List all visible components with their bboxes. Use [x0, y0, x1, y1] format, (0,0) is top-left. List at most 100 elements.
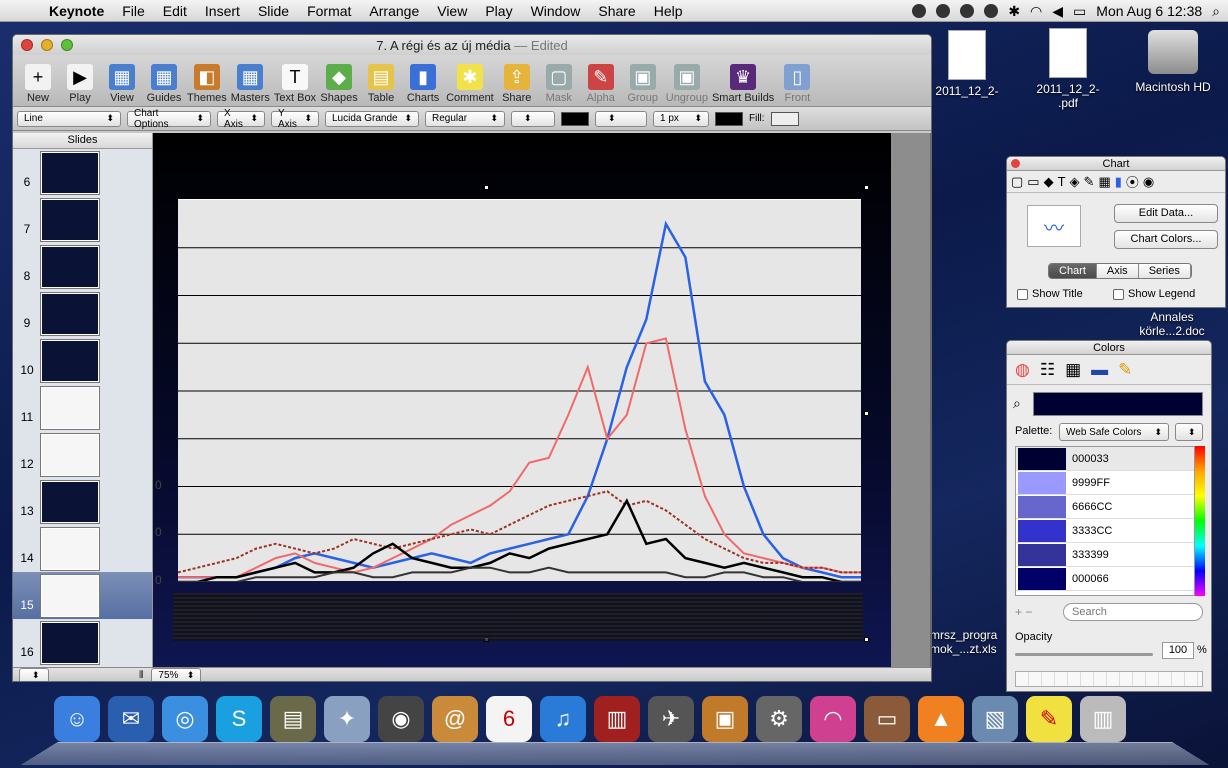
slide-thumbnail-row[interactable]: 10 — [13, 337, 152, 384]
chart-colors-button[interactable]: Chart Colors... — [1114, 230, 1218, 249]
battery-icon[interactable]: ▭ — [1073, 3, 1086, 20]
slide-thumbnail-row[interactable]: 11 — [13, 384, 152, 431]
slide-thumbnail-row[interactable]: 15 — [13, 572, 152, 619]
color-swatch-row[interactable]: 3333CC — [1016, 519, 1194, 543]
color-palettes-icon[interactable]: ▦ — [1065, 360, 1081, 380]
hyperlink-inspector-icon[interactable]: ⦿ — [1126, 172, 1139, 191]
color-swatch-row[interactable]: 000033 — [1016, 447, 1194, 471]
checkbox-box[interactable] — [1113, 288, 1124, 300]
slide-thumbnail-row[interactable]: 12 — [13, 431, 152, 478]
status-icon[interactable] — [936, 4, 951, 18]
menu-app-name[interactable]: Keynote — [40, 3, 113, 19]
slide-thumbnail[interactable] — [41, 433, 99, 476]
slide-thumbnail[interactable] — [41, 480, 99, 523]
line-style-popup[interactable] — [595, 110, 647, 127]
itunes-icon[interactable]: ♫ — [540, 696, 586, 742]
photo-app-icon[interactable]: ▤ — [270, 696, 316, 742]
toolbar-ungroup-button[interactable]: ▣ Ungroup — [666, 64, 708, 104]
toolbar-play-button[interactable]: ▶ Play — [61, 64, 99, 104]
iphoto-icon[interactable]: ▣ — [702, 696, 748, 742]
hard-drive-icon[interactable]: Macintosh HD — [1128, 30, 1218, 94]
slide-thumbnail[interactable] — [41, 339, 99, 382]
font-popup[interactable]: Lucida Grande — [325, 110, 419, 127]
photo-icon[interactable]: ▧ — [972, 696, 1018, 742]
color-well[interactable] — [561, 111, 589, 126]
color-swatch-row[interactable]: 000066 — [1016, 567, 1194, 591]
menu-format[interactable]: Format — [298, 3, 360, 19]
color-wells-strip[interactable] — [1015, 671, 1203, 687]
selection-handle[interactable] — [864, 411, 869, 416]
series-line-1[interactable] — [178, 220, 861, 579]
stroke-width-popup[interactable]: 1 px — [653, 110, 709, 127]
toolbar-smart-builds-button[interactable]: ♛ Smart Builds — [712, 64, 774, 104]
series-line-2[interactable] — [178, 337, 861, 579]
desktop-file-icon[interactable]: 2011_12_2- .pdf — [1028, 28, 1108, 110]
view-mode-popup[interactable] — [19, 667, 49, 681]
time-machine-icon[interactable] — [984, 4, 999, 18]
menu-clock[interactable]: Mon Aug 6 12:38 — [1096, 3, 1202, 19]
magnifier-icon[interactable]: ⌕ — [1013, 395, 1021, 412]
chart-plot-area[interactable] — [177, 199, 861, 584]
table-inspector-icon[interactable]: ▦ — [1098, 174, 1110, 190]
desktop-icon-label[interactable]: mrsz_progra mok_...zt.xls — [930, 628, 1010, 656]
tab-series[interactable]: Series — [1138, 264, 1191, 278]
menu-slide[interactable]: Slide — [249, 3, 298, 19]
metrics-inspector-icon[interactable]: ✎ — [1084, 174, 1095, 190]
finder-icon[interactable]: ☺ — [54, 696, 100, 742]
slide-canvas[interactable]: 0 0 0 — [153, 133, 891, 667]
slide-thumbnail-row[interactable]: 8 — [13, 243, 152, 290]
series-line-3[interactable] — [177, 490, 861, 574]
zoom-popup[interactable]: 75% — [151, 667, 202, 681]
close-button[interactable] — [1011, 159, 1020, 168]
toolbar-guides-button[interactable]: ▦ Guides — [145, 64, 183, 104]
toolbar-alpha-button[interactable]: ✎ Alpha — [582, 64, 620, 104]
slide-thumbnail[interactable] — [41, 245, 99, 288]
toolbar-share-button[interactable]: ⇪ Share — [498, 64, 536, 104]
slide-thumbnail-row[interactable]: 16 — [13, 619, 152, 666]
thunderbird-icon[interactable]: ✉ — [108, 696, 154, 742]
skype-icon[interactable]: S — [216, 696, 262, 742]
menu-view[interactable]: View — [428, 3, 476, 19]
toolbar-mask-button[interactable]: ▢ Mask — [540, 64, 578, 104]
chart-options-popup[interactable]: Chart Options — [127, 108, 211, 130]
show-title-checkbox[interactable]: Show Title — [1017, 288, 1083, 300]
slide-thumbnail[interactable] — [41, 151, 99, 194]
presentation-icon[interactable]: ▭ — [864, 696, 910, 742]
add-color-button[interactable]: + − — [1015, 605, 1032, 619]
selection-handle[interactable] — [864, 637, 869, 642]
slide-thumbnail-row[interactable]: 7 — [13, 196, 152, 243]
tab-chart[interactable]: Chart — [1049, 264, 1097, 278]
color-search-field[interactable]: Search — [1063, 603, 1203, 621]
wifi-app-icon[interactable]: ◠ — [810, 696, 856, 742]
menu-file[interactable]: File — [113, 3, 154, 19]
toolbar-front-button[interactable]: ▯ Front — [778, 64, 816, 104]
toolbar-themes-button[interactable]: ◧ Themes — [187, 64, 227, 104]
menu-play[interactable]: Play — [476, 3, 521, 19]
edit-data-button[interactable]: Edit Data... — [1114, 204, 1218, 223]
text-color-popup[interactable] — [511, 110, 555, 127]
ical-icon[interactable]: 6 — [486, 696, 532, 742]
launchpad-icon[interactable]: ✈ — [648, 696, 694, 742]
slide-thumbnail[interactable] — [41, 527, 99, 570]
volume-icon[interactable]: ◀ — [1052, 3, 1063, 20]
checkbox-box[interactable] — [1017, 288, 1028, 300]
resize-handle[interactable]: ⦀ — [139, 670, 143, 681]
display-icon[interactable] — [960, 4, 975, 18]
selection-handle[interactable] — [484, 185, 489, 190]
status-icon[interactable] — [912, 4, 927, 18]
slide-thumbnail-row[interactable]: 13 — [13, 478, 152, 525]
quicktime-inspector-icon[interactable]: ◉ — [1143, 174, 1154, 190]
line-chart[interactable] — [177, 200, 861, 584]
image-palettes-icon[interactable]: ▬ — [1091, 360, 1108, 380]
vlc-icon[interactable]: ▲ — [918, 696, 964, 742]
x-axis-popup[interactable]: X Axis — [217, 108, 265, 130]
color-swatch-row[interactable]: 9999FF — [1016, 471, 1194, 495]
tab-axis[interactable]: Axis — [1096, 264, 1139, 278]
toolbar-table-button[interactable]: ▤ Table — [362, 64, 400, 104]
slide-thumbnail[interactable] — [41, 574, 99, 617]
slide-thumbnail[interactable] — [41, 621, 99, 664]
slide-thumbnail[interactable] — [41, 292, 99, 335]
color-wheel-icon[interactable]: ◍ — [1015, 360, 1030, 380]
menu-edit[interactable]: Edit — [154, 3, 196, 19]
menu-window[interactable]: Window — [522, 3, 590, 19]
